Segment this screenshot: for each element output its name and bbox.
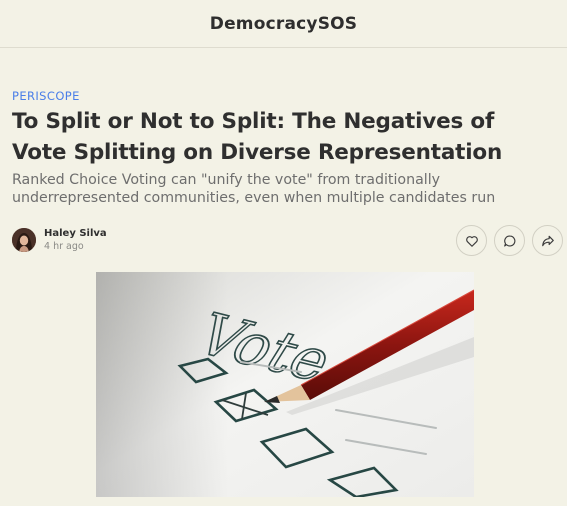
article-subtitle: Ranked Choice Voting can "unify the vote… [12, 172, 496, 206]
post-time: 4 hr ago [44, 240, 84, 252]
hero-image[interactable]: Vote [96, 272, 474, 497]
like-button[interactable] [456, 225, 487, 256]
publication-name[interactable]: DemocracySOS [210, 14, 357, 34]
author-name[interactable]: Haley Silva [44, 227, 107, 240]
article-title: To Split or Not to Split: The Negatives … [12, 109, 503, 165]
heart-icon [465, 235, 478, 247]
comment-button[interactable] [494, 225, 525, 256]
author-meta: Haley Silva 4 hr ago [44, 227, 107, 254]
share-button[interactable] [532, 225, 563, 256]
post-actions [456, 225, 563, 256]
byline: Haley Silva 4 hr ago [12, 226, 107, 254]
section-label[interactable]: PERISCOPE [12, 89, 80, 103]
comment-icon [503, 234, 515, 247]
avatar[interactable] [12, 228, 36, 252]
top-bar: DemocracySOS [0, 0, 567, 48]
ballot-photo: Vote [96, 272, 474, 497]
share-icon [541, 235, 554, 246]
